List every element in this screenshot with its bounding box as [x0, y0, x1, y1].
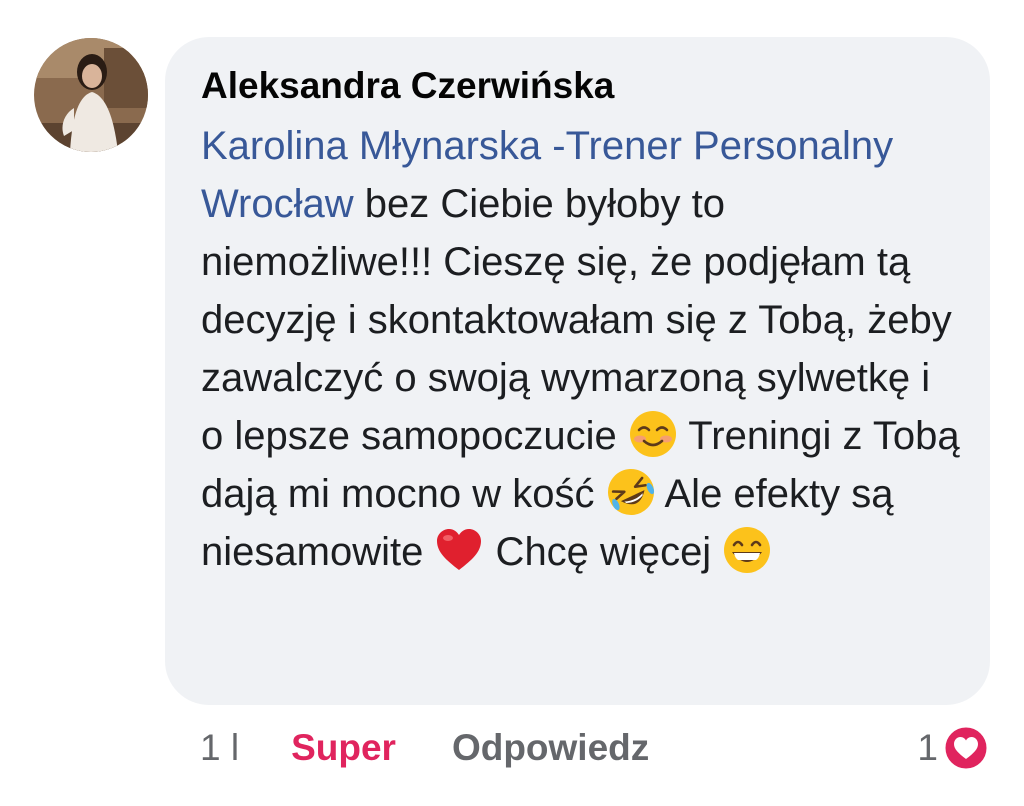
red-heart-emoji [434, 525, 484, 575]
reaction-summary[interactable]: 1 [917, 722, 990, 774]
comment-time: 1 l [200, 727, 240, 768]
comment-author[interactable]: Aleksandra Czerwińska [201, 63, 954, 109]
grinning-emoji [722, 525, 772, 575]
heart-reaction-icon [942, 724, 990, 772]
reply-button[interactable]: Odpowiedz [452, 727, 649, 769]
avatar[interactable] [34, 38, 148, 152]
reaction-count: 1 [917, 727, 938, 768]
comment-text: Karolina Młynarska -Trener Personalny Wr… [201, 117, 961, 581]
comment-actions: 1 l Super Odpowiedz [200, 722, 649, 774]
smiling-blushing-emoji [628, 409, 678, 459]
like-button[interactable]: Super [291, 727, 396, 769]
comment-bubble: Aleksandra Czerwińska Karolina Młynarska… [165, 37, 990, 705]
comment-text-part: Chcę więcej [484, 530, 723, 574]
rolling-laughing-emoji [606, 467, 656, 517]
comment-screen: Aleksandra Czerwińska Karolina Młynarska… [0, 0, 1024, 806]
